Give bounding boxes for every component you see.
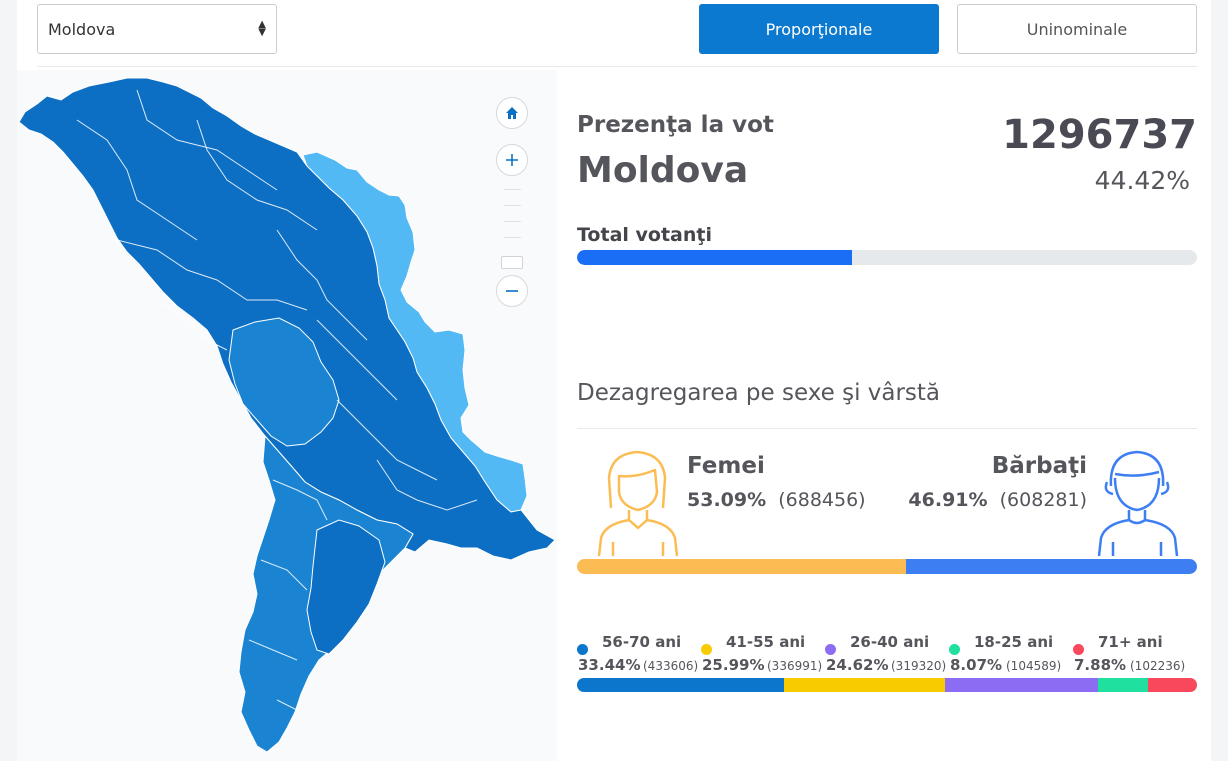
age-bar-segment bbox=[1148, 678, 1197, 692]
age-group-count: (319320) bbox=[891, 659, 947, 673]
total-voters-label: Total votanţi bbox=[577, 224, 712, 246]
home-icon[interactable] bbox=[496, 97, 528, 129]
age-legend-dot bbox=[577, 644, 588, 655]
male-percent: 46.91% bbox=[908, 489, 988, 511]
age-group-count: (336991) bbox=[767, 659, 823, 673]
age-group-percent: 24.62% bbox=[826, 656, 889, 674]
turnout-progress-bar bbox=[577, 250, 1197, 265]
female-count: (688456) bbox=[778, 489, 866, 511]
age-bar-segment bbox=[945, 678, 1099, 692]
age-group-percent: 25.99% bbox=[702, 656, 765, 674]
female-bar-segment bbox=[577, 559, 907, 574]
age-legend-dot bbox=[825, 644, 836, 655]
male-bar-segment bbox=[906, 559, 1197, 574]
zoom-slider-tick bbox=[504, 237, 521, 238]
age-group-label: 41-55 ani bbox=[726, 633, 806, 651]
map-area[interactable] bbox=[17, 70, 557, 761]
age-group-count: (433606) bbox=[643, 659, 699, 673]
top-divider bbox=[37, 66, 1197, 67]
region-select[interactable]: Moldova ▲ ▼ bbox=[37, 4, 277, 54]
select-arrows-icon: ▲ ▼ bbox=[258, 19, 266, 38]
age-group-percent: 8.07% bbox=[950, 656, 1003, 674]
turnout-percent: 44.42% bbox=[1094, 166, 1190, 195]
breakdown-title: Dezagregarea pe sexe şi vârstă bbox=[577, 380, 941, 406]
male-stats: 46.91% (608281) bbox=[908, 489, 1087, 511]
female-label: Femei bbox=[687, 453, 765, 479]
breakdown-divider bbox=[577, 428, 1197, 429]
zoom-in-icon[interactable] bbox=[496, 144, 528, 176]
proportional-button[interactable]: Proporţionale bbox=[699, 4, 939, 54]
age-split-bar bbox=[577, 678, 1197, 692]
gender-split-bar bbox=[577, 559, 1197, 574]
page: Moldova ▲ ▼ Proporţionale Uninominale Pr… bbox=[17, 0, 1211, 761]
presence-label: Prezenţa la vot bbox=[577, 112, 774, 138]
turnout-progress-fill bbox=[577, 250, 853, 265]
age-bar-segment bbox=[784, 678, 946, 692]
age-legend: 56-70 ani 33.44% (433606) 41-55 ani 25.99% (3… bbox=[577, 632, 1217, 678]
age-group-percent: 7.88% bbox=[1074, 656, 1127, 674]
age-group-percent: 33.44% bbox=[578, 656, 641, 674]
age-bar-segment bbox=[577, 678, 785, 692]
age-group-label: 56-70 ani bbox=[602, 633, 682, 651]
zoom-slider-tick bbox=[504, 221, 521, 222]
age-group-count: (104589) bbox=[1006, 659, 1062, 673]
female-percent: 53.09% bbox=[687, 489, 767, 511]
female-icon bbox=[597, 450, 679, 557]
region-select-value: Moldova bbox=[48, 19, 116, 39]
age-group-label: 18-25 ani bbox=[974, 633, 1054, 651]
age-legend-dot bbox=[1073, 644, 1084, 655]
age-legend-dot bbox=[949, 644, 960, 655]
zoom-slider-tick bbox=[504, 189, 521, 190]
region-title: Moldova bbox=[577, 150, 749, 191]
zoom-slider-tick bbox=[504, 205, 521, 206]
female-stats: 53.09% (688456) bbox=[687, 489, 866, 511]
total-voters-count: 1296737 bbox=[1002, 112, 1197, 158]
age-group-count: (102236) bbox=[1130, 659, 1186, 673]
age-group-label: 71+ ani bbox=[1098, 633, 1163, 651]
zoom-out-icon[interactable] bbox=[496, 275, 528, 307]
male-icon bbox=[1097, 450, 1179, 557]
moldova-map[interactable] bbox=[17, 70, 557, 761]
age-bar-segment bbox=[1098, 678, 1149, 692]
map-region-southeast[interactable] bbox=[306, 519, 386, 655]
male-count: (608281) bbox=[999, 489, 1087, 511]
uninominal-button[interactable]: Uninominale bbox=[957, 4, 1197, 54]
age-legend-dot bbox=[701, 644, 712, 655]
age-group-label: 26-40 ani bbox=[850, 633, 930, 651]
male-label: Bărbaţi bbox=[991, 453, 1087, 479]
zoom-slider-handle[interactable] bbox=[501, 256, 523, 269]
